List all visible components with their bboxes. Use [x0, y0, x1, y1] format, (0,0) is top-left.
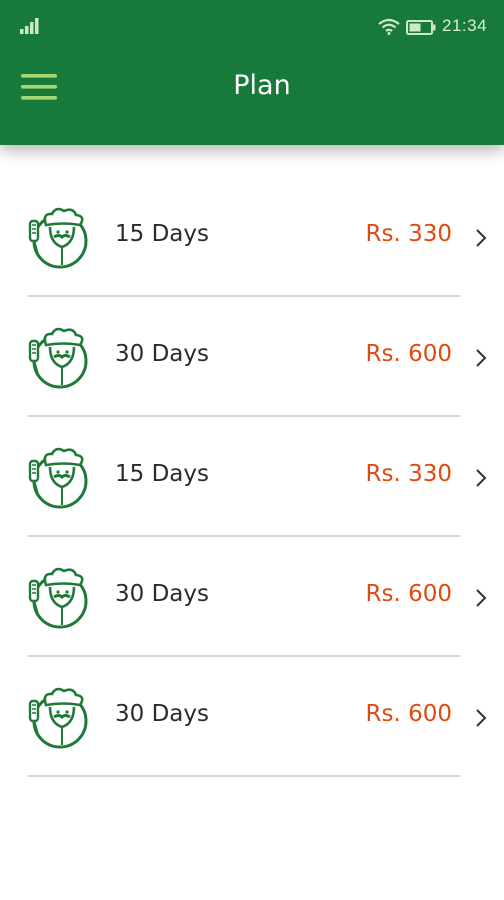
plan-item[interactable]: 30 Days Rs. 600: [0, 537, 504, 657]
chevron-right-icon[interactable]: [475, 588, 487, 608]
plan-duration: 30 Days: [115, 581, 209, 607]
chef-logo-icon: [28, 567, 88, 629]
plan-price: Rs. 600: [365, 581, 453, 607]
signal-icon: [20, 18, 39, 34]
chevron-right-icon[interactable]: [475, 708, 487, 728]
chevron-right-icon[interactable]: [475, 348, 487, 368]
plan-price: Rs. 330: [365, 221, 453, 247]
chef-logo-icon: [28, 327, 88, 389]
status-time: 21:34: [442, 16, 488, 35]
battery-icon: [406, 20, 436, 35]
plan-duration: 15 Days: [115, 461, 209, 487]
plan-duration: 30 Days: [115, 701, 209, 727]
plan-price: Rs. 330: [365, 461, 453, 487]
plan-duration: 30 Days: [115, 341, 209, 367]
plan-item[interactable]: 30 Days Rs. 600: [0, 297, 504, 417]
plan-item[interactable]: 30 Days Rs. 600: [0, 657, 504, 777]
divider: [28, 775, 460, 777]
plan-screen: 21:34 Plan 15 Days Rs. 330 30 Days Rs. 6…: [0, 0, 504, 900]
plan-item[interactable]: 15 Days Rs. 330: [0, 417, 504, 537]
plan-list: 15 Days Rs. 330 30 Days Rs. 600 15 Days …: [0, 177, 504, 777]
page-title: Plan: [233, 70, 291, 101]
plan-duration: 15 Days: [115, 221, 209, 247]
status-bar: 21:34: [0, 0, 504, 52]
chevron-right-icon[interactable]: [475, 468, 487, 488]
app-header: 21:34 Plan: [0, 0, 504, 145]
plan-price: Rs. 600: [365, 701, 453, 727]
plan-price: Rs. 600: [365, 341, 453, 367]
wifi-icon: [378, 18, 400, 35]
chevron-right-icon[interactable]: [475, 228, 487, 248]
chef-logo-icon: [28, 447, 88, 509]
chef-logo-icon: [28, 207, 88, 269]
plan-item[interactable]: 15 Days Rs. 330: [0, 177, 504, 297]
chef-logo-icon: [28, 687, 88, 749]
